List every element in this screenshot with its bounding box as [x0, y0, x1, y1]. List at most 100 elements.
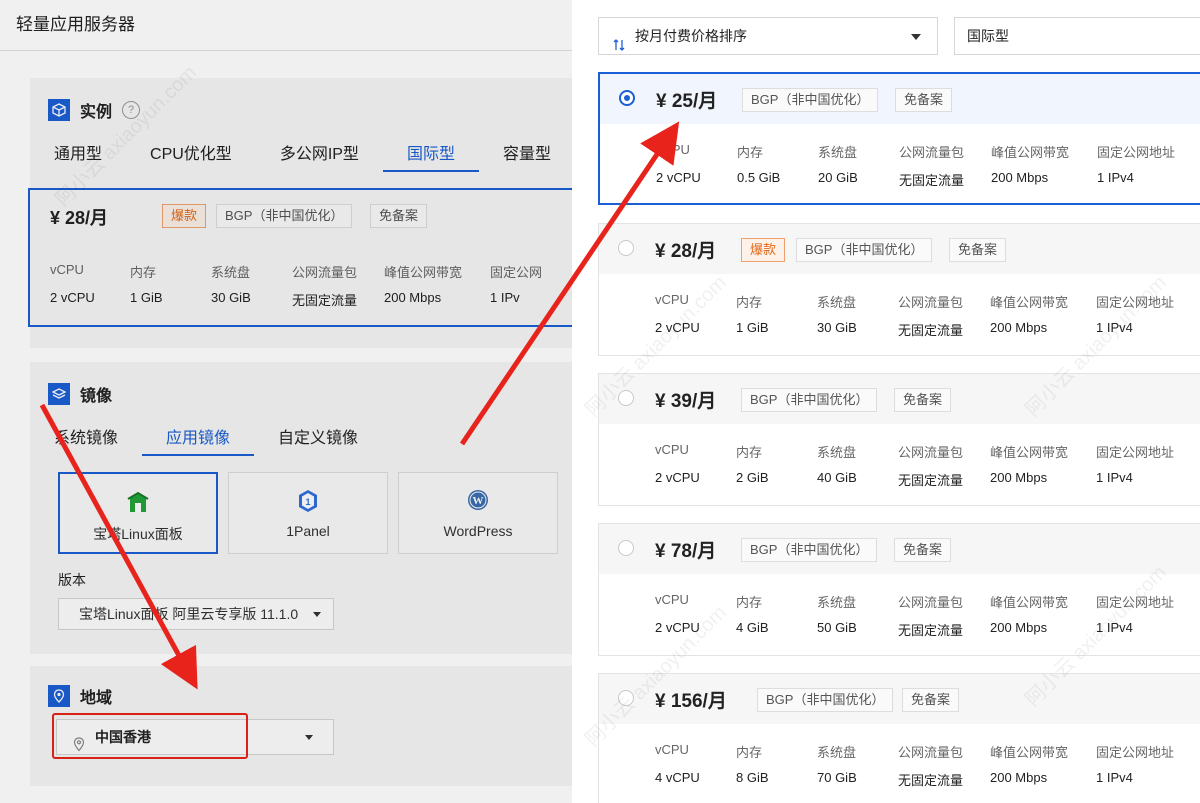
radio-button[interactable] [618, 390, 634, 406]
spec-value: 50 GiB [817, 620, 857, 635]
plan-price: ¥ 78/月 [655, 541, 717, 562]
version-select[interactable]: 宝塔Linux面板 阿里云专享版 11.1.0 [58, 598, 334, 630]
spec-value: 4 GiB [736, 620, 769, 635]
spec-header: 固定公网地址 [1096, 745, 1175, 760]
1panel-logo-icon: 1 [297, 489, 319, 516]
spec-value: 200 Mbps [990, 770, 1048, 785]
spec-header: 系统盘 [817, 295, 857, 310]
plan-option[interactable]: ¥ 39/月 BGP（非中国优化） 免备案 vCPU 内存 系统盘 公网流量包 … [598, 373, 1200, 506]
selected-instance-card[interactable]: ¥ 28/月 爆款 BGP（非中国优化） 免备案 vCPU 内存 系统盘 公网流… [28, 188, 572, 327]
radio-button[interactable] [618, 540, 634, 556]
image-card-label: 1Panel [286, 523, 330, 539]
tab-system-image[interactable]: 系统镜像 [30, 424, 142, 456]
spec-value: 无固定流量 [898, 323, 964, 338]
instance-type-tabs: 通用型 CPU优化型 多公网IP型 国际型 容量型 [30, 140, 572, 172]
spec-value: 1 IPv4 [1097, 170, 1134, 185]
icp-badge: 免备案 [370, 204, 428, 228]
spec-value: 无固定流量 [292, 293, 358, 308]
spec-value: 1 IPv4 [1096, 770, 1133, 785]
tab-general[interactable]: 通用型 [30, 140, 126, 172]
spec-headers: vCPU 内存 系统盘 公网流量包 峰值公网带宽 固定公网地址 [655, 442, 1174, 461]
wordpress-logo-icon: W [467, 489, 489, 514]
line-badge: BGP（非中国优化） [216, 204, 353, 228]
instance-price: ¥ 28/月 [50, 208, 109, 228]
spec-value: 2 vCPU [655, 320, 700, 335]
spec-headers: vCPU 内存 系统盘 公网流量包 峰值公网带宽 固定公网地址 [655, 292, 1174, 311]
spec-header: 公网流量包 [898, 445, 964, 460]
spec-header: 固定公网地址 [1096, 595, 1175, 610]
hot-badge: 爆款 [741, 238, 786, 262]
spec-header: 公网流量包 [899, 145, 965, 160]
spec-header: 内存 [130, 265, 157, 280]
spec-value: 1 IPv4 [1096, 320, 1133, 335]
layers-icon [48, 383, 70, 405]
spec-header: vCPU [655, 292, 689, 307]
config-panel: 轻量应用服务器 实例 ? 通用型 CPU优化型 多公网IP型 国际型 容量型 ¥… [0, 0, 572, 803]
spec-header: 公网流量包 [292, 265, 358, 280]
spec-value: 30 GiB [211, 290, 251, 305]
chevron-down-icon [911, 34, 921, 40]
spec-value: 200 Mbps [384, 290, 442, 305]
plan-price: ¥ 39/月 [655, 391, 717, 412]
spec-header: 公网流量包 [898, 745, 964, 760]
spec-header: vCPU [50, 262, 84, 277]
chevron-down-icon [313, 612, 321, 617]
spec-header: 公网流量包 [898, 295, 964, 310]
spec-headers: vCPU 内存 系统盘 公网流量包 峰值公网带宽 固定公网地址 [656, 142, 1175, 161]
spec-value: 30 GiB [817, 320, 857, 335]
line-badge: BGP（非中国优化） [741, 538, 878, 562]
spec-values: 2 vCPU 4 GiB 50 GiB 无固定流量 200 Mbps 1 IPv… [655, 620, 1133, 639]
image-card-wordpress[interactable]: W WordPress [398, 472, 558, 554]
spec-value: 1 GiB [130, 290, 163, 305]
radio-button[interactable] [619, 90, 635, 106]
spec-header: 峰值公网带宽 [990, 445, 1069, 460]
plan-option[interactable]: ¥ 25/月 BGP（非中国优化） 免备案 vCPU 内存 系统盘 公网流量包 … [598, 72, 1200, 205]
radio-button[interactable] [618, 690, 634, 706]
spec-values: 2 vCPU 0.5 GiB 20 GiB 无固定流量 200 Mbps 1 I… [656, 170, 1134, 189]
hot-badge: 爆款 [162, 204, 207, 228]
plan-option[interactable]: ¥ 78/月 BGP（非中国优化） 免备案 vCPU 内存 系统盘 公网流量包 … [598, 523, 1200, 656]
radio-button[interactable] [618, 240, 634, 256]
spec-value: 2 vCPU [655, 470, 700, 485]
image-card-baota[interactable]: 宝塔Linux面板 [58, 472, 218, 554]
spec-value: 1 IPv [490, 290, 520, 305]
help-icon[interactable]: ? [122, 101, 141, 119]
spec-value: 70 GiB [817, 770, 857, 785]
spec-value: 8 GiB [736, 770, 769, 785]
sort-label: 按月付费价格排序 [635, 28, 747, 44]
spec-value: 1 GiB [736, 320, 769, 335]
sort-icon [613, 29, 625, 65]
spec-header: vCPU [655, 442, 689, 457]
spec-values: 2 vCPU 1 GiB 30 GiB 无固定流量 200 Mbps 1 IPv [50, 290, 520, 309]
section-title: 地域 [80, 690, 113, 707]
plan-price: ¥ 28/月 [655, 241, 717, 262]
cube-icon [48, 99, 70, 121]
line-badge: BGP（非中国优化） [741, 388, 878, 412]
spec-header: 系统盘 [817, 595, 857, 610]
plan-option[interactable]: ¥ 28/月 爆款 BGP（非中国优化） 免备案 vCPU 内存 系统盘 公网流… [598, 223, 1200, 356]
plan-option[interactable]: ¥ 156/月 BGP（非中国优化） 免备案 vCPU 内存 系统盘 公网流量包… [598, 673, 1200, 803]
spec-value: 200 Mbps [991, 170, 1049, 185]
spec-values: 2 vCPU 2 GiB 40 GiB 无固定流量 200 Mbps 1 IPv… [655, 470, 1133, 489]
tab-app-image[interactable]: 应用镜像 [142, 424, 255, 456]
icp-badge: 免备案 [949, 238, 1007, 262]
tab-capacity[interactable]: 容量型 [479, 140, 572, 172]
instance-type-filter[interactable]: 国际型 [954, 17, 1200, 55]
tab-cpu-optimized[interactable]: CPU优化型 [126, 140, 256, 172]
spec-header: vCPU [655, 592, 689, 607]
spec-header: 固定公网 [490, 265, 543, 280]
spec-value: 4 vCPU [655, 770, 700, 785]
spec-value: 2 vCPU [655, 620, 700, 635]
page-title: 轻量应用服务器 [16, 15, 135, 34]
spec-header: 固定公网地址 [1096, 295, 1175, 310]
tab-multi-ip[interactable]: 多公网IP型 [256, 140, 383, 172]
spec-headers: vCPU 内存 系统盘 公网流量包 峰值公网带宽 固定公网地址 [655, 742, 1174, 761]
spec-values: 4 vCPU 8 GiB 70 GiB 无固定流量 200 Mbps 1 IPv… [655, 770, 1133, 789]
version-label: 版本 [58, 572, 86, 588]
image-card-1panel[interactable]: 1 1Panel [228, 472, 388, 554]
spec-header: 公网流量包 [898, 595, 964, 610]
tab-international[interactable]: 国际型 [382, 140, 479, 172]
sort-select[interactable]: 按月付费价格排序 [598, 17, 938, 55]
tab-custom-image[interactable]: 自定义镜像 [254, 424, 382, 456]
spec-header: 内存 [736, 595, 763, 610]
